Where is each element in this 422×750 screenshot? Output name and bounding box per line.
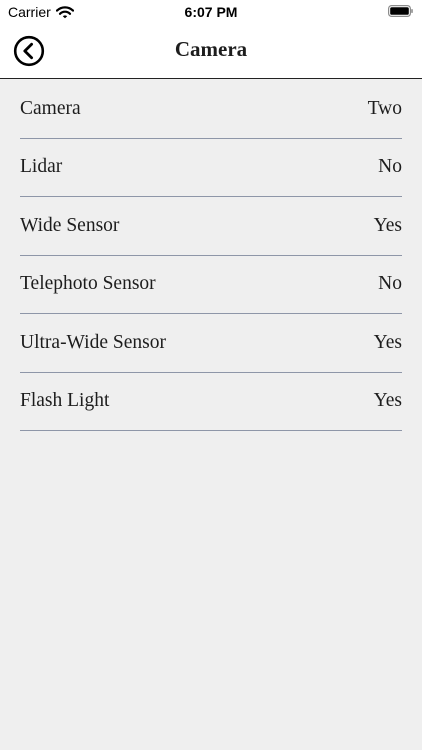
status-bar: Carrier 6:07 PM — [0, 0, 422, 24]
list-row-ultra-wide-sensor: Ultra-Wide Sensor Yes — [20, 314, 402, 373]
list-row-flash-light: Flash Light Yes — [20, 373, 402, 431]
battery-icon — [388, 5, 413, 17]
row-label: Lidar — [20, 156, 63, 178]
list-row-telephoto-sensor: Telephoto Sensor No — [20, 256, 402, 314]
row-value: No — [378, 273, 402, 295]
list-row-camera: Camera Two — [20, 80, 402, 139]
row-label: Ultra-Wide Sensor — [20, 331, 166, 353]
camera-spec-list: Camera Two Lidar No Wide Sensor Yes Tele… — [20, 80, 402, 431]
row-value: Yes — [373, 390, 402, 412]
row-value: Yes — [373, 331, 402, 353]
row-label: Flash Light — [20, 390, 110, 412]
list-row-lidar: Lidar No — [20, 139, 402, 197]
row-value: Two — [367, 97, 402, 119]
row-label: Telephoto Sensor — [20, 273, 156, 295]
row-value: Yes — [373, 214, 402, 236]
page-title: Camera — [174, 37, 248, 61]
navigation-bar: Camera — [0, 24, 422, 79]
status-time: 6:07 PM — [184, 4, 238, 20]
row-label: Camera — [20, 97, 81, 119]
row-label: Wide Sensor — [20, 214, 120, 236]
row-value: No — [378, 156, 402, 178]
list-row-wide-sensor: Wide Sensor Yes — [20, 197, 402, 256]
